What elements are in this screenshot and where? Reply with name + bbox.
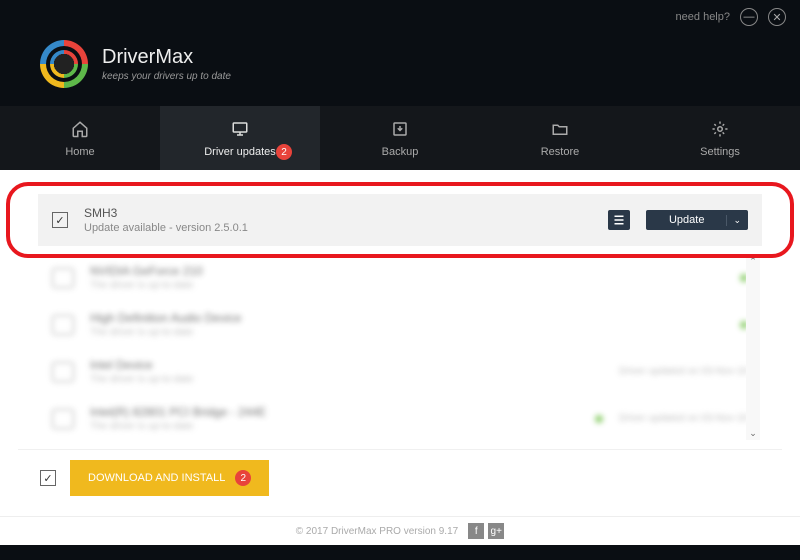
home-icon — [70, 120, 90, 138]
monitor-icon — [230, 120, 250, 138]
content-area: ✓ SMH3 Update available - version 2.5.0.… — [0, 170, 800, 516]
tab-backup-label: Backup — [382, 146, 419, 158]
device-icon — [52, 315, 74, 335]
blurred-driver-list: NVIDIA GeForce 210The driver is up-to-da… — [38, 254, 762, 440]
close-button[interactable]: ✕ — [768, 8, 786, 26]
driver-details-button[interactable] — [608, 210, 630, 230]
list-item: Intel(R) 82801 PCI Bridge - 244EThe driv… — [38, 395, 762, 440]
help-link[interactable]: need help? — [676, 11, 730, 23]
list-icon — [609, 211, 629, 229]
driver-row[interactable]: ✓ SMH3 Update available - version 2.5.0.… — [38, 194, 762, 246]
app-logo-icon — [40, 40, 88, 88]
folder-icon — [550, 120, 570, 138]
select-all-checkbox[interactable]: ✓ — [40, 470, 56, 486]
driver-name: SMH3 — [84, 206, 592, 220]
tab-driver-updates[interactable]: Driver updates 2 — [160, 106, 320, 170]
tab-restore-label: Restore — [541, 146, 580, 158]
copyright-text: © 2017 DriverMax PRO version 9.17 — [296, 526, 458, 537]
tab-settings-label: Settings — [700, 146, 740, 158]
googleplus-icon[interactable]: g+ — [488, 523, 504, 539]
device-icon — [52, 268, 74, 288]
list-item: Intel DeviceThe driver is up-to-date Dri… — [38, 348, 762, 395]
main-tabs: Home Driver updates 2 Backup Restore Set… — [0, 106, 800, 170]
tab-restore[interactable]: Restore — [480, 106, 640, 170]
download-button-label: DOWNLOAD AND INSTALL — [88, 472, 225, 484]
minimize-button[interactable]: — — [740, 8, 758, 26]
update-button[interactable]: Update ⌄ — [646, 210, 748, 230]
updates-badge: 2 — [276, 144, 292, 160]
brand-tagline: keeps your drivers up to date — [102, 71, 231, 82]
download-install-button[interactable]: DOWNLOAD AND INSTALL 2 — [70, 460, 269, 496]
scroll-up-icon[interactable]: ⌃ — [746, 254, 760, 268]
download-badge: 2 — [235, 470, 251, 486]
app-header: DriverMax keeps your drivers up to date — [0, 34, 800, 106]
tab-home-label: Home — [65, 146, 94, 158]
tab-backup[interactable]: Backup — [320, 106, 480, 170]
device-icon — [52, 362, 74, 382]
driver-checkbox[interactable]: ✓ — [52, 212, 68, 228]
tab-settings[interactable]: Settings — [640, 106, 800, 170]
facebook-icon[interactable]: f — [468, 523, 484, 539]
list-item: NVIDIA GeForce 210The driver is up-to-da… — [38, 254, 762, 301]
driver-list-scroll: NVIDIA GeForce 210The driver is up-to-da… — [38, 254, 762, 440]
device-icon — [52, 409, 74, 429]
status-dot-icon — [595, 415, 603, 423]
chevron-down-icon[interactable]: ⌄ — [726, 215, 747, 226]
driver-status: Update available - version 2.5.0.1 — [84, 222, 592, 234]
backup-icon — [390, 120, 410, 138]
scrollbar[interactable]: ⌃ ⌄ — [746, 254, 760, 440]
update-button-label: Update — [647, 214, 726, 226]
list-item: High Definition Audio DeviceThe driver i… — [38, 301, 762, 348]
footer: © 2017 DriverMax PRO version 9.17 f g+ — [0, 516, 800, 545]
gear-icon — [710, 120, 730, 138]
scroll-down-icon[interactable]: ⌄ — [746, 426, 760, 440]
bottom-bar: ✓ DOWNLOAD AND INSTALL 2 — [18, 449, 782, 506]
tab-updates-label: Driver updates — [204, 146, 276, 158]
brand-name: DriverMax — [102, 46, 231, 69]
tab-home[interactable]: Home — [0, 106, 160, 170]
